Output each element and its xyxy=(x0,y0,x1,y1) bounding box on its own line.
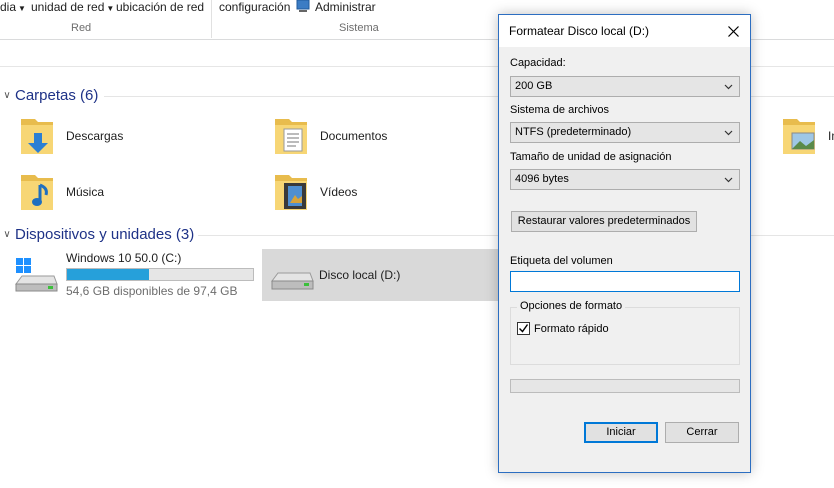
ribbon-settings-button[interactable]: configuración xyxy=(219,0,290,14)
folder-music-icon xyxy=(21,175,53,210)
ribbon-media-button[interactable]: dia ▼ xyxy=(0,0,26,14)
folder-downloads-icon xyxy=(21,119,53,154)
format-options-legend: Opciones de formato xyxy=(517,300,626,312)
ribbon-map-drive-button[interactable]: unidad de red ▼ xyxy=(31,0,114,14)
folder-label: Música xyxy=(66,185,105,199)
drive-free-space: 54,6 GB disponibles de 97,4 GB xyxy=(66,283,238,298)
ribbon-group-system-label: Sistema xyxy=(339,22,379,34)
filesystem-value: NTFS (predeterminado) xyxy=(515,126,632,138)
folder-label: Vídeos xyxy=(320,185,358,199)
folders-section-header[interactable]: ∨ Carpetas (6) xyxy=(0,85,98,105)
start-button[interactable]: Iniciar xyxy=(584,422,658,443)
folder-label: Im xyxy=(828,129,834,143)
folder-pictures-icon xyxy=(783,119,815,154)
capacity-select[interactable]: 200 GB xyxy=(510,76,740,97)
drive-item-c[interactable]: Windows 10 50.0 (C:) 54,6 GB disponibles… xyxy=(12,250,260,298)
ribbon-group-network-label: Red xyxy=(71,22,92,34)
folder-label: Descargas xyxy=(66,129,124,143)
allocation-label: Tamaño de unidad de asignación xyxy=(510,151,672,163)
windows-drive-icon xyxy=(15,258,58,292)
chevron-down-icon: ∨ xyxy=(3,89,11,101)
ribbon-manage-label: Administrar xyxy=(315,0,376,14)
allocation-select[interactable]: 4096 bytes xyxy=(510,169,740,190)
manage-computer-icon xyxy=(296,0,310,12)
hard-drive-icon xyxy=(271,272,314,290)
checkmark-icon xyxy=(519,324,529,333)
volume-label-input[interactable] xyxy=(510,271,740,292)
folder-item-downloads[interactable]: Descargas xyxy=(18,114,123,158)
ribbon-manage-button[interactable]: Administrar xyxy=(296,0,376,14)
format-dialog: Formatear Disco local (D:) Capacidad: 20… xyxy=(498,14,751,473)
folders-section-title: Carpetas (6) xyxy=(15,86,99,104)
folder-item-music[interactable]: Música xyxy=(18,170,104,214)
ribbon-separator xyxy=(211,0,212,38)
drive-name: Windows 10 50.0 (C:) xyxy=(66,250,182,265)
devices-section-header[interactable]: ∨ Dispositivos y unidades (3) xyxy=(0,224,194,244)
devices-section-title: Dispositivos y unidades (3) xyxy=(15,225,195,243)
caret-down-icon: ▼ xyxy=(106,4,115,13)
chevron-down-icon xyxy=(724,177,733,183)
chevron-down-icon xyxy=(724,84,733,90)
close-icon xyxy=(727,25,739,37)
ribbon-network-location-label: ubicación de red xyxy=(116,0,205,14)
drive-name: Disco local (D:) xyxy=(319,268,401,282)
capacity-value: 200 GB xyxy=(515,80,553,92)
close-button[interactable] xyxy=(716,15,750,47)
folder-videos-icon xyxy=(275,175,307,210)
filesystem-label: Sistema de archivos xyxy=(510,104,610,116)
filesystem-select[interactable]: NTFS (predeterminado) xyxy=(510,122,740,143)
close-dialog-button[interactable]: Cerrar xyxy=(665,422,739,443)
drive-usage-bar xyxy=(66,267,254,281)
capacity-label: Capacidad: xyxy=(510,57,566,69)
dialog-title: Formatear Disco local (D:) xyxy=(509,24,650,38)
caret-down-icon: ▼ xyxy=(18,4,26,13)
quick-format-checkbox[interactable] xyxy=(517,322,530,335)
quick-format-label: Formato rápido xyxy=(534,322,609,335)
ribbon-map-drive-label: unidad de red xyxy=(31,0,105,14)
drive-info: Windows 10 50.0 (C:) 54,6 GB disponibles… xyxy=(66,251,254,298)
dialog-titlebar[interactable]: Formatear Disco local (D:) xyxy=(499,15,750,47)
allocation-value: 4096 bytes xyxy=(515,173,569,185)
format-progress-bar xyxy=(510,379,740,393)
folder-item-videos[interactable]: Vídeos xyxy=(272,170,357,214)
ribbon-media-label: dia xyxy=(0,0,17,14)
ribbon-settings-label: configuración xyxy=(219,0,291,14)
quick-format-option[interactable]: Formato rápido xyxy=(517,322,609,335)
chevron-down-icon xyxy=(724,130,733,136)
drive-usage-fill xyxy=(67,268,149,280)
folder-label: Documentos xyxy=(320,129,388,143)
chevron-down-icon: ∨ xyxy=(3,228,11,240)
folder-item-pictures[interactable]: Im xyxy=(780,114,834,158)
folder-documents-icon xyxy=(275,119,307,154)
format-options-group: Opciones de formato Formato rápido xyxy=(510,300,740,365)
folder-item-documents[interactable]: Documentos xyxy=(272,114,387,158)
volume-label-label: Etiqueta del volumen xyxy=(510,255,613,267)
ribbon-network-location-button[interactable]: ubicación de red xyxy=(116,0,204,14)
drive-item-d[interactable]: Disco local (D:) xyxy=(262,249,500,301)
restore-defaults-button[interactable]: Restaurar valores predeterminados xyxy=(511,211,697,232)
